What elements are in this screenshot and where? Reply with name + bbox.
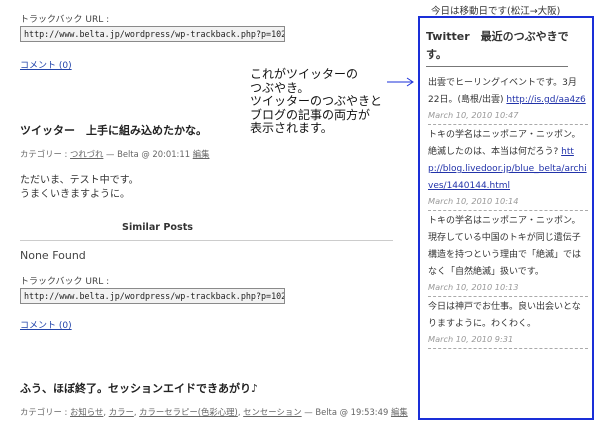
main-content: トラックバック URL : http://www.belta.jp/wordpr… (0, 0, 408, 428)
sidebar-top-text: 今日は移動日です(松江→大阪) (431, 6, 561, 17)
post-body: ただいま、テスト中です。 うまくいきますように。 (20, 174, 139, 202)
annotation-line: ツイッターのつぶやきと (250, 94, 383, 108)
meta-category-label: カテゴリー : (20, 407, 68, 417)
category-link[interactable]: つれづれ (70, 149, 103, 159)
tweet-text: トキの学名はニッポニア・ニッポン。絶滅したのは、本当は何だろう? (428, 130, 581, 157)
comments-link[interactable]: コメント (0) (20, 58, 72, 71)
meta-author-time: — Belta @ 20:01:11 (106, 149, 191, 159)
meta-author-time: — Belta @ 19:53:49 (304, 407, 389, 417)
category-link[interactable]: お知らせ (70, 407, 103, 417)
tweet-item: トキの学名はニッポニア・ニッポン。絶滅したのは、本当は何だろう? http://… (428, 125, 588, 211)
post-meta: カテゴリー : お知らせ, カラー, カラーセラピー(色彩心理), センセーショ… (20, 407, 408, 417)
category-link[interactable]: カラーセラピー(色彩心理) (139, 407, 238, 417)
category-link[interactable]: カラー (109, 407, 134, 417)
trackback-label: トラックバック URL : (20, 277, 110, 287)
comments-link[interactable]: コメント (0) (20, 318, 72, 331)
annotation-line: 表示されます。 (250, 121, 333, 135)
trackback-url-field[interactable]: http://www.belta.jp/wordpress/wp-trackba… (20, 288, 285, 304)
none-found-text: None Found (20, 249, 86, 262)
meta-category-label: カテゴリー : (20, 149, 68, 159)
post-title[interactable]: ツイッター 上手に組み込めたかな。 (20, 122, 207, 138)
divider (20, 240, 393, 241)
tweet-timestamp: March 10, 2010 9:31 (428, 334, 514, 344)
tweet-timestamp: March 10, 2010 10:14 (428, 196, 519, 206)
edit-link[interactable]: 編集 (193, 149, 210, 159)
edit-link[interactable]: 編集 (391, 407, 408, 417)
tweet-list: 出雲でヒーリングイベントです。3月22日。(島根/出雲) http://is.g… (428, 73, 588, 349)
arrow-right-icon (387, 77, 414, 87)
annotation-note: これがツイッターの つぶやき。 ツイッターのつぶやきと ブログの記事の両方が 表… (250, 67, 400, 136)
twitter-widget: Twitter 最近のつぶやきです。 出雲でヒーリングイベントです。3月22日。… (418, 16, 594, 420)
annotation-line: つぶやき。 (250, 80, 310, 95)
post-meta: カテゴリー : つれづれ — Belta @ 20:01:11 編集 (20, 148, 209, 160)
tweet-item: 今日は神戸でお仕事。良い出会いとなりますように。わくわく。 March 10, … (428, 297, 588, 349)
tweet-text: トキの学名はニッポニア・ニッポン。現存している中国のトキが同じ遺伝子構造を持つと… (428, 216, 582, 277)
tweet-timestamp: March 10, 2010 10:47 (428, 110, 519, 120)
post-title[interactable]: ふう、ほぼ終了。セッションエイドできあがり♪ (20, 380, 258, 396)
similar-posts-heading: Similar Posts (122, 222, 193, 233)
annotation-line: ブログの記事の両方が (250, 107, 371, 122)
twitter-widget-title: Twitter 最近のつぶやきです。 (426, 30, 569, 61)
tweet-link[interactable]: http://is.gd/aa4z6 (506, 95, 585, 105)
trackback-label: トラックバック URL : (20, 15, 110, 25)
trackback-url-field[interactable]: http://www.belta.jp/wordpress/wp-trackba… (20, 26, 285, 42)
category-link[interactable]: センセーション (243, 407, 301, 417)
divider (426, 66, 568, 67)
tweet-item: 出雲でヒーリングイベントです。3月22日。(島根/出雲) http://is.g… (428, 73, 588, 125)
tweet-timestamp: March 10, 2010 10:13 (428, 282, 519, 292)
annotation-line: これがツイッターの (250, 67, 359, 81)
tweet-item: トキの学名はニッポニア・ニッポン。現存している中国のトキが同じ遺伝子構造を持つと… (428, 211, 588, 297)
post-body-line: ただいま、テスト中です。 (20, 175, 139, 186)
tweet-text: 今日は神戸でお仕事。良い出会いとなりますように。わくわく。 (428, 302, 581, 329)
post-body-line: うまくいきますように。 (20, 189, 130, 200)
